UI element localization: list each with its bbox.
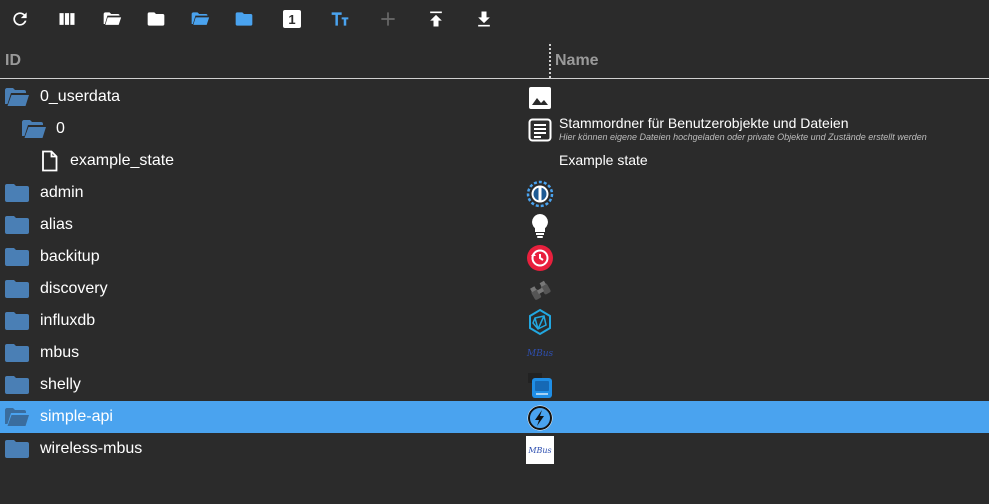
folder-open-icon[interactable] — [4, 406, 30, 428]
folder-icon[interactable] — [4, 438, 30, 460]
folder-icon[interactable] — [4, 214, 30, 236]
folder-open-icon — [103, 12, 122, 25]
tree-row-0_userdata[interactable]: 0_userdata — [0, 81, 989, 113]
expand-all-button[interactable] — [101, 8, 123, 30]
lightbulb-icon — [526, 212, 554, 240]
tree-row-backitup[interactable]: backitup — [0, 241, 989, 273]
tree-row-label: simple-api — [40, 408, 113, 425]
folder-icon — [147, 12, 165, 26]
collapse-one-button[interactable] — [233, 8, 255, 30]
columns-button[interactable] — [56, 8, 78, 30]
upload-icon — [430, 11, 442, 27]
tree-row-name: Stammordner für Benutzerobjekte und Date… — [559, 115, 849, 131]
folder-icon[interactable] — [4, 310, 30, 332]
document-icon — [526, 116, 554, 144]
upload-button[interactable] — [425, 8, 447, 30]
folder-icon[interactable] — [4, 374, 30, 396]
tree-row-label: discovery — [40, 280, 108, 297]
tree-row-alias[interactable]: alias — [0, 209, 989, 241]
backitup-icon — [526, 244, 554, 272]
folder-open-blue-icon — [191, 12, 210, 25]
table-header: ID Name — [0, 44, 989, 79]
column-resize-handle[interactable] — [549, 44, 551, 78]
tree-row-label: 0_userdata — [40, 88, 121, 105]
tree-row-label: admin — [40, 184, 84, 201]
download-button[interactable] — [473, 8, 495, 30]
tree-row-label: wireless-mbus — [40, 440, 143, 457]
tree-row-label: shelly — [40, 376, 81, 393]
download-icon — [478, 11, 490, 27]
tree-row-wireless-mbus[interactable]: wireless-mbus MBus — [0, 433, 989, 465]
binoculars-icon — [526, 276, 554, 304]
refresh-button[interactable] — [9, 8, 31, 30]
file-icon — [38, 150, 64, 172]
tree-row-label: 0 — [56, 120, 65, 137]
wireless-mbus-icon-text: MBus — [528, 445, 552, 455]
counter-icon: 1 — [283, 10, 301, 28]
folder-open-icon[interactable] — [4, 86, 30, 108]
column-header-id[interactable]: ID — [5, 52, 21, 70]
tree-row-label: mbus — [40, 344, 80, 361]
mbus-icon-text: MBus — [526, 349, 554, 359]
folder-icon[interactable] — [4, 182, 30, 204]
image-icon — [526, 84, 554, 112]
add-button[interactable] — [377, 8, 399, 30]
columns-icon — [59, 13, 75, 25]
tree-row-label: alias — [40, 216, 73, 233]
simple-api-icon — [526, 404, 554, 432]
tree-row-description: Hier können eigene Dateien hochgeladen o… — [559, 132, 927, 142]
wireless-mbus-icon: MBus — [526, 436, 554, 464]
column-header-name[interactable]: Name — [555, 52, 599, 70]
text-size-icon — [331, 12, 349, 26]
folder-icon[interactable] — [4, 246, 30, 268]
tree-row-0[interactable]: 0 Stammordner für Benutzerobjekte und Da… — [0, 113, 989, 145]
expand-one-button[interactable] — [189, 8, 211, 30]
toolbar: 1 — [0, 0, 989, 40]
tree-row-influxdb[interactable]: influxdb — [0, 305, 989, 337]
folder-blue-icon — [235, 12, 253, 26]
tree-row-label: example_state — [70, 152, 175, 169]
tree-row-label: backitup — [40, 248, 100, 265]
tree-row-simple-api[interactable]: simple-api — [0, 401, 989, 433]
tree-row-admin[interactable]: admin — [0, 177, 989, 209]
folder-open-icon[interactable] — [21, 118, 47, 140]
tree-row-discovery[interactable]: discovery — [0, 273, 989, 305]
tree-row-example_state[interactable]: example_state Example state — [0, 145, 989, 177]
counter-button[interactable]: 1 — [281, 8, 303, 30]
folder-icon[interactable] — [4, 278, 30, 300]
plus-icon — [381, 12, 395, 26]
refresh-icon — [13, 12, 27, 26]
shelly-icon — [526, 372, 554, 400]
influxdb-icon — [526, 308, 554, 336]
admin-icon — [526, 180, 554, 208]
folder-icon[interactable] — [4, 342, 30, 364]
text-size-button[interactable] — [329, 8, 351, 30]
tree-row-mbus[interactable]: mbus MBus — [0, 337, 989, 369]
collapse-all-button[interactable] — [145, 8, 167, 30]
counter-label: 1 — [288, 11, 296, 27]
tree-row-label: influxdb — [40, 312, 96, 329]
tree-row-shelly[interactable]: shelly — [0, 369, 989, 401]
tree-row-name: Example state — [559, 152, 648, 168]
object-tree: 0_userdata 0 Stammordner für Benutzerobj… — [0, 81, 989, 465]
mbus-icon: MBus — [526, 340, 554, 368]
